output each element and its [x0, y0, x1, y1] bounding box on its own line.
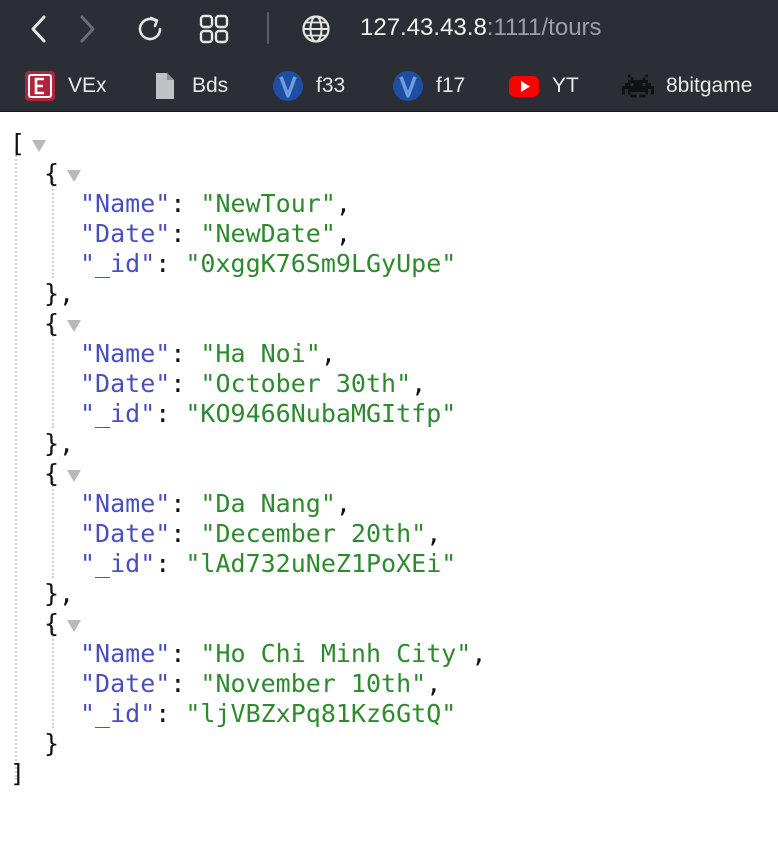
object-close-brace: },	[44, 429, 75, 458]
blue-circle-icon	[392, 70, 424, 102]
json-close-bracket: ]	[10, 759, 26, 788]
back-icon[interactable]	[28, 14, 50, 44]
json-viewer: [ { "Name": "NewTour", "Date": "NewDate"…	[0, 112, 778, 854]
json-key: "_id"	[80, 549, 156, 578]
json-value: "KO9466NubaMGItfp"	[185, 399, 457, 428]
json-key: "_id"	[80, 399, 156, 428]
json-entry-id: "_id": "lAd732uNeZ1PoXEi"	[80, 549, 457, 578]
bookmark-bds[interactable]: Bds	[148, 60, 228, 111]
url-path: :1111/tours	[486, 14, 602, 41]
json-value: "ljVBZxPq81Kz6GtQ"	[185, 699, 457, 728]
youtube-icon	[508, 70, 540, 102]
json-open-bracket: [	[10, 129, 26, 158]
json-value: "October 30th"	[200, 369, 412, 398]
space-invader-icon	[622, 70, 654, 102]
json-entry-name: "Name": "Ha Noi",	[80, 339, 336, 368]
json-key: "Name"	[80, 489, 171, 518]
indent-guide	[15, 148, 17, 780]
globe-icon	[302, 15, 330, 43]
bookmarks-bar: VEx Bds f33 f17 YT 8bitgame	[0, 60, 778, 112]
json-value: "0xggK76Sm9LGyUpe"	[185, 249, 457, 278]
json-entry-id: "_id": "0xggK76Sm9LGyUpe"	[80, 249, 457, 278]
json-value: "Ho Chi Minh City"	[200, 639, 472, 668]
json-entry-date: "Date": "October 30th",	[80, 369, 427, 398]
indent-guide	[52, 328, 54, 428]
json-value: "December 20th"	[200, 519, 427, 548]
object-open-brace: {	[44, 459, 60, 488]
bookmark-label: VEx	[68, 73, 107, 97]
url-host: 127.43.43.8	[360, 14, 487, 41]
bookmark-label: Bds	[192, 73, 229, 97]
collapse-triangle-icon[interactable]	[67, 320, 81, 332]
bookmark-8bitgame[interactable]: 8bitgame	[622, 60, 752, 111]
bookmark-f17[interactable]: f17	[392, 60, 465, 111]
json-entry-id: "_id": "KO9466NubaMGItfp"	[80, 399, 457, 428]
indent-guide	[52, 478, 54, 578]
json-value: "NewDate"	[200, 219, 336, 248]
bookmark-vex[interactable]: VEx	[24, 60, 107, 111]
tab-overview-icon[interactable]	[198, 13, 230, 45]
object-open-brace: {	[44, 609, 60, 638]
json-value: "lAd732uNeZ1PoXEi"	[185, 549, 457, 578]
json-value: "Ha Noi"	[200, 339, 321, 368]
indent-guide	[52, 178, 54, 278]
object-open-brace: {	[44, 159, 60, 188]
indent-guide	[52, 628, 54, 728]
json-entry-id: "_id": "ljVBZxPq81Kz6GtQ"	[80, 699, 457, 728]
bookmark-label: f33	[316, 73, 346, 97]
collapse-triangle-icon[interactable]	[67, 470, 81, 482]
json-value: "November 10th"	[200, 669, 427, 698]
blue-circle-icon	[272, 70, 304, 102]
address-bar[interactable]: 127.43.43.8:1111/tours	[360, 14, 602, 42]
json-entry-name: "Name": "Da Nang",	[80, 489, 351, 518]
bookmark-label: f17	[436, 73, 466, 97]
json-key: "Date"	[80, 369, 171, 398]
json-key: "Date"	[80, 669, 171, 698]
object-close-brace: },	[44, 279, 75, 308]
browser-toolbar: 127.43.43.8:1111/tours	[0, 0, 778, 60]
object-open-brace: {	[44, 309, 60, 338]
forward-icon[interactable]	[76, 14, 98, 44]
json-entry-name: "Name": "Ho Chi Minh City",	[80, 639, 487, 668]
object-close-brace: }	[44, 729, 60, 758]
json-entry-date: "Date": "December 20th",	[80, 519, 442, 548]
json-key: "_id"	[80, 699, 156, 728]
json-key: "_id"	[80, 249, 156, 278]
reload-icon[interactable]	[134, 13, 166, 45]
vex-icon	[24, 70, 56, 102]
json-key: "Name"	[80, 339, 171, 368]
json-entry-date: "Date": "November 10th",	[80, 669, 442, 698]
bookmark-f33[interactable]: f33	[272, 60, 345, 111]
collapse-triangle-icon[interactable]	[32, 140, 46, 152]
json-value: "Da Nang"	[200, 489, 336, 518]
json-key: "Name"	[80, 639, 171, 668]
json-key: "Date"	[80, 219, 171, 248]
collapse-triangle-icon[interactable]	[67, 620, 81, 632]
collapse-triangle-icon[interactable]	[67, 170, 81, 182]
object-close-brace: },	[44, 579, 75, 608]
json-key: "Date"	[80, 519, 171, 548]
json-entry-date: "Date": "NewDate",	[80, 219, 351, 248]
json-value: "NewTour"	[200, 189, 336, 218]
bookmark-yt[interactable]: YT	[508, 60, 579, 111]
document-icon	[148, 70, 180, 102]
toolbar-separator	[267, 12, 269, 44]
bookmark-label: 8bitgame	[666, 73, 753, 97]
json-entry-name: "Name": "NewTour",	[80, 189, 351, 218]
json-key: "Name"	[80, 189, 171, 218]
bookmark-label: YT	[552, 73, 579, 97]
